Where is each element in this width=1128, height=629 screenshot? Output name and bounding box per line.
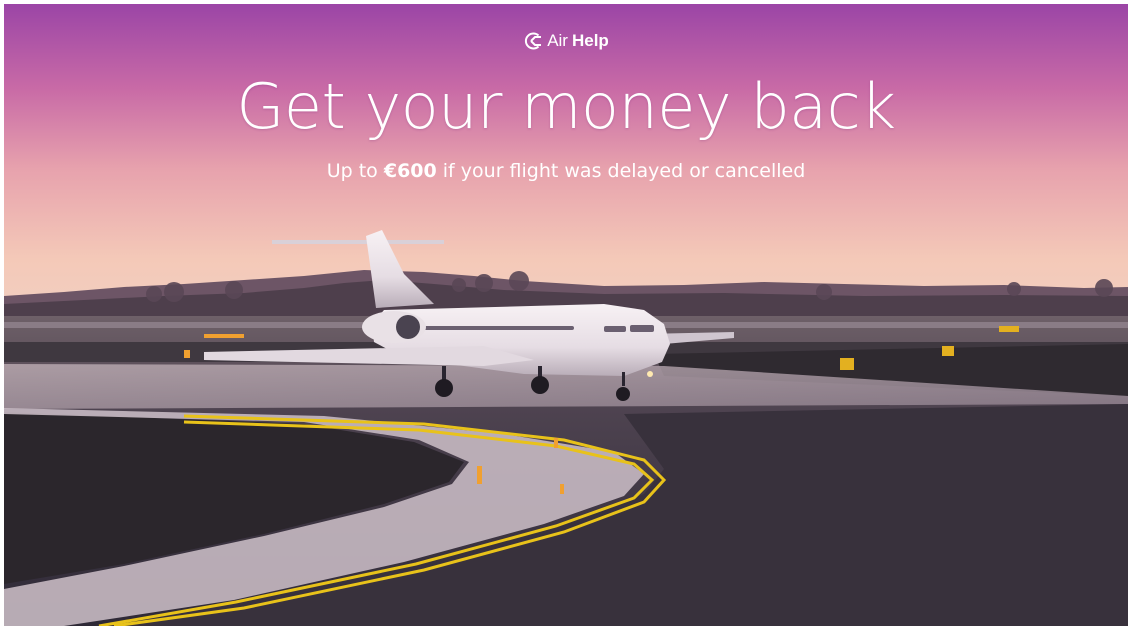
subtitle-suffix: if your flight was delayed or cancelled [436,160,806,182]
airhelp-logo[interactable]: Air Help [4,31,1128,51]
logo-text-help: Help [571,31,609,50]
compensation-amount: €600 [383,160,437,182]
page-title: Get your money back [236,70,896,143]
hero-subtitle: Up to €600 if your flight was delayed or… [4,160,1128,182]
subtitle-prefix: Up to [326,160,384,182]
hero-banner: Air Help Get your money back Up to €600 i… [4,4,1128,626]
airhelp-logo-icon [525,32,542,50]
logo-text-air: Air [547,31,568,50]
hero-text-overlay: Air Help Get your money back Up to €600 i… [4,4,1128,626]
